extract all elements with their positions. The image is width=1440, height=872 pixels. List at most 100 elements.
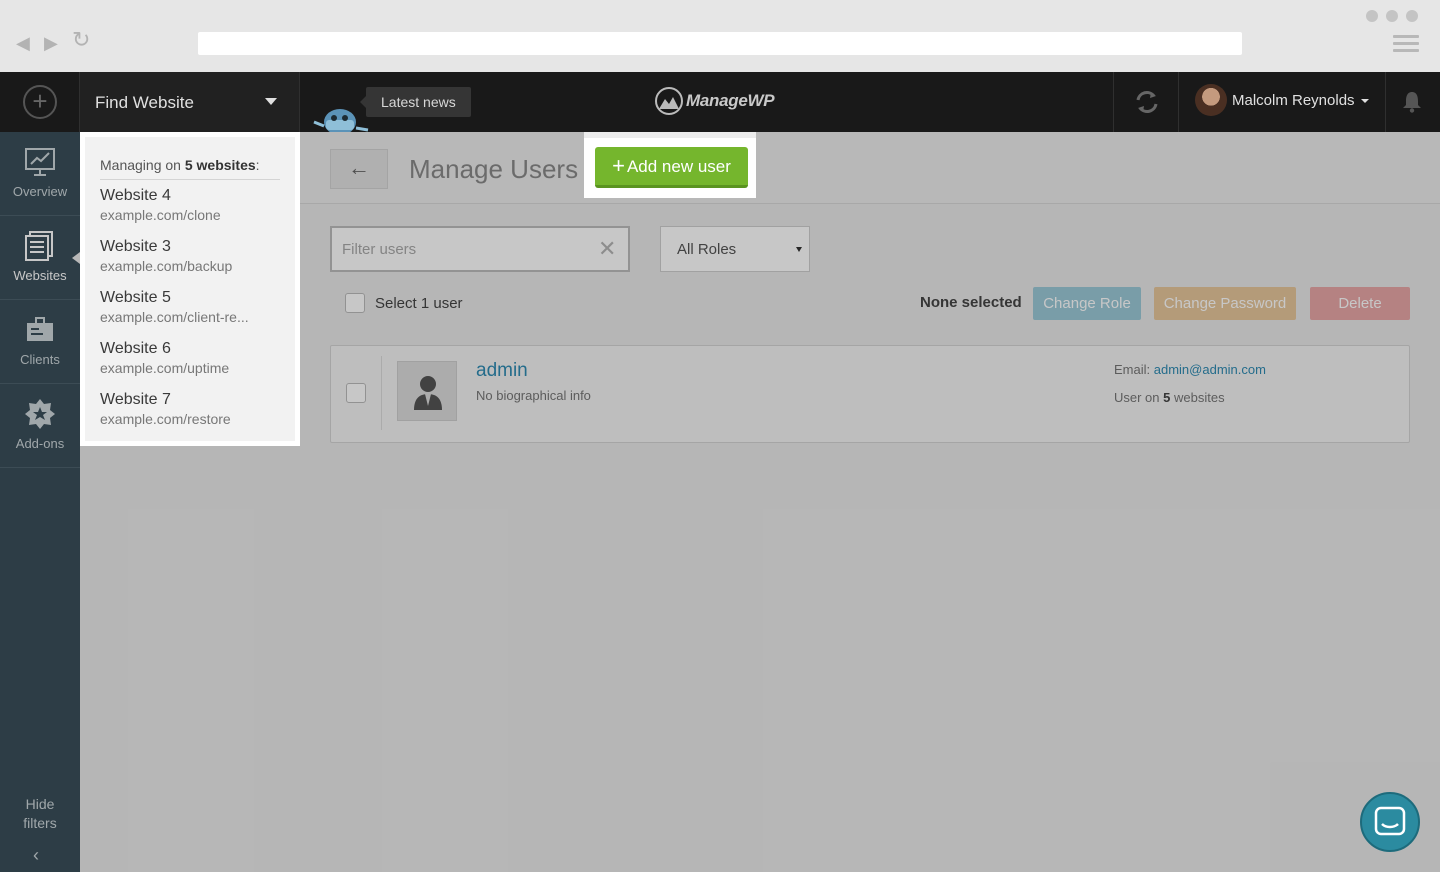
roles-selected-value: All Roles xyxy=(677,241,737,258)
user-email: Email: admin@admin.com xyxy=(1114,362,1266,377)
window-dot-icon xyxy=(1366,10,1378,22)
sidebar-item-addons[interactable]: Add-ons xyxy=(0,384,80,468)
sidebar-item-label: Overview xyxy=(12,184,68,199)
hide-filters-label: filters xyxy=(23,815,57,831)
chat-launcher-button[interactable] xyxy=(1360,792,1420,852)
change-password-button[interactable]: Change Password xyxy=(1154,287,1296,320)
user-avatar xyxy=(397,361,457,421)
address-bar[interactable] xyxy=(198,32,1242,55)
sidebar-item-clients[interactable]: Clients xyxy=(0,300,80,384)
sidebar-item-overview[interactable]: Overview xyxy=(0,132,80,216)
find-website-label: Find Website xyxy=(95,93,194,112)
email-link[interactable]: admin@admin.com xyxy=(1154,362,1266,377)
website-url: example.com/uptime xyxy=(100,360,230,376)
page-title: Manage Users xyxy=(409,154,579,184)
website-url: example.com/restore xyxy=(100,411,231,427)
websites-list: Managing on 5 websites: Website 4 exampl… xyxy=(85,137,295,441)
list-item[interactable]: Website 6 example.com/uptime xyxy=(100,340,290,376)
websites-filter-panel: Managing on 5 websites: Website 4 exampl… xyxy=(80,132,300,872)
hamburger-icon[interactable] xyxy=(1393,35,1419,56)
user-checkbox[interactable] xyxy=(346,383,366,403)
caret-down-icon xyxy=(265,98,277,105)
hide-filters-button[interactable]: Hide filters xyxy=(0,795,80,833)
bell-icon xyxy=(1403,92,1421,113)
managing-summary: Managing on 5 websites: xyxy=(100,157,260,173)
chart-icon xyxy=(25,148,55,176)
chat-icon xyxy=(1374,806,1406,836)
sidebar-item-websites[interactable]: Websites xyxy=(0,216,80,300)
user-silhouette-icon xyxy=(414,376,442,410)
divider xyxy=(381,356,382,430)
add-website-button[interactable]: + xyxy=(0,72,80,132)
managing-count: 5 websites xyxy=(184,157,256,173)
logo-mountain-icon xyxy=(655,87,683,115)
user-bio: No biographical info xyxy=(476,388,591,403)
active-pointer xyxy=(72,252,80,264)
sidebar-item-label: Websites xyxy=(13,268,67,283)
main-sidebar: Overview Websites Clients Add-ons Hide f… xyxy=(0,132,80,872)
add-user-highlight: + Add new user xyxy=(584,138,756,198)
website-name: Website 6 xyxy=(100,340,171,357)
change-role-button[interactable]: Change Role xyxy=(1033,287,1141,320)
arrow-left-icon: ← xyxy=(348,155,370,180)
plus-icon: + xyxy=(612,153,625,178)
user-name-link[interactable]: admin xyxy=(476,360,528,382)
page-header: ← Manage Users + Add new user xyxy=(300,132,1440,204)
sites-count: 5 xyxy=(1163,390,1171,405)
sync-icon xyxy=(1136,91,1158,113)
list-item[interactable]: Website 4 example.com/clone xyxy=(100,187,290,223)
delete-button[interactable]: Delete xyxy=(1310,287,1410,320)
divider xyxy=(100,179,280,180)
window-dot-icon xyxy=(1406,10,1418,22)
user-name: Malcolm Reynolds xyxy=(1232,92,1355,109)
latest-news-button[interactable]: Latest news xyxy=(360,87,471,117)
caret-down-icon xyxy=(1361,99,1369,103)
close-icon[interactable]: ✕ xyxy=(598,237,616,261)
add-user-label: Add new user xyxy=(626,157,731,176)
filter-users-input[interactable] xyxy=(342,239,582,259)
user-sites-count: User on 5 websites xyxy=(1114,390,1225,405)
select-all-label: Select 1 user xyxy=(375,295,463,312)
notifications-button[interactable] xyxy=(1386,72,1440,132)
selection-status: None selected xyxy=(920,294,1022,311)
reload-icon[interactable]: ↻ xyxy=(72,29,90,51)
chevron-left-icon[interactable]: ‹ xyxy=(33,845,39,866)
website-url: example.com/backup xyxy=(100,258,233,274)
user-menu[interactable]: Malcolm Reynolds xyxy=(1180,72,1386,132)
list-item[interactable]: Website 5 example.com/client-re... xyxy=(100,289,290,325)
plus-circle-icon: + xyxy=(23,85,57,119)
website-url: example.com/client-re... xyxy=(100,309,249,325)
logo-text: ManageWP xyxy=(686,91,775,110)
back-arrow-icon[interactable]: ◀ xyxy=(16,34,30,52)
top-bar: + Find Website Latest news ManageWP Malc… xyxy=(0,72,1440,134)
websites-icon xyxy=(25,231,53,261)
main-content: ← Manage Users +Add new user ✕ All Roles… xyxy=(300,132,1440,872)
hide-filters-label: Hide xyxy=(25,796,55,812)
forward-arrow-icon[interactable]: ▶ xyxy=(44,34,58,52)
back-button[interactable]: ← xyxy=(330,149,388,189)
website-url: example.com/clone xyxy=(100,207,221,223)
caret-down-icon xyxy=(796,247,802,252)
roles-select[interactable]: All Roles xyxy=(660,226,810,272)
sites-prefix: User on xyxy=(1114,390,1160,405)
list-item[interactable]: Website 3 example.com/backup xyxy=(100,238,290,274)
briefcase-icon xyxy=(27,317,53,341)
select-all-checkbox[interactable] xyxy=(345,293,365,313)
sync-button[interactable] xyxy=(1113,72,1179,132)
find-website-dropdown[interactable]: Find Website xyxy=(80,72,300,132)
avatar xyxy=(1195,84,1227,116)
star-badge-icon xyxy=(25,399,55,429)
add-user-button[interactable]: + Add new user xyxy=(595,147,748,188)
filter-users-field: ✕ xyxy=(330,226,630,272)
managing-prefix: Managing on xyxy=(100,157,181,173)
email-label: Email: xyxy=(1114,362,1151,377)
sidebar-item-label: Add-ons xyxy=(15,436,65,451)
managing-suffix: : xyxy=(255,157,260,173)
website-name: Website 7 xyxy=(100,391,171,408)
window-dot-icon xyxy=(1386,10,1398,22)
list-item[interactable]: Website 7 example.com/restore xyxy=(100,391,290,427)
managewp-logo[interactable]: ManageWP xyxy=(655,87,775,115)
websites-list-highlight: Managing on 5 websites: Website 4 exampl… xyxy=(80,132,300,446)
website-name: Website 5 xyxy=(100,289,171,306)
user-row: admin No biographical info Email: admin@… xyxy=(330,345,1410,443)
